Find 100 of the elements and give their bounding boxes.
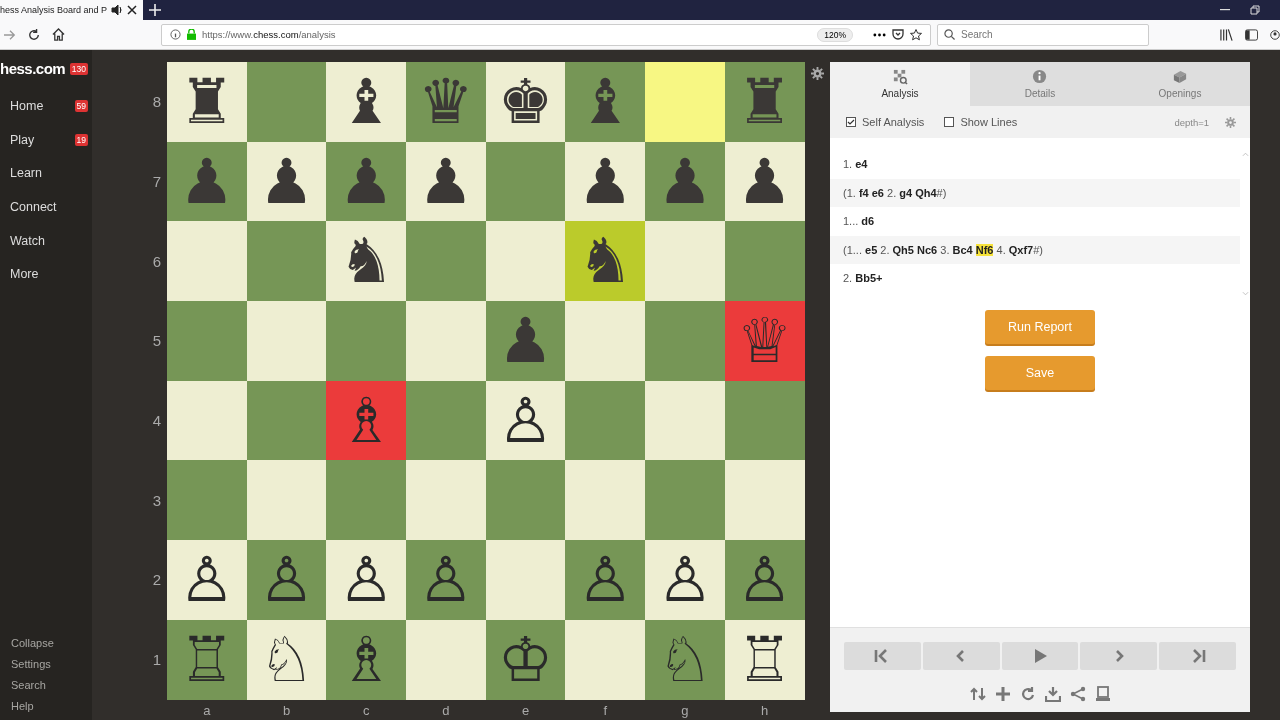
restore-icon[interactable]	[1250, 5, 1260, 15]
board-square[interactable]	[246, 460, 327, 541]
board-square[interactable]	[485, 221, 566, 302]
share-icon[interactable]	[1069, 686, 1086, 702]
board-square[interactable]: ♙	[326, 540, 407, 620]
variation-line[interactable]: (1. f4 e6 2. g4 Qh4#)	[843, 186, 947, 199]
chess-piece[interactable]: ♟	[418, 150, 474, 213]
nav-link[interactable]: Search	[11, 679, 92, 691]
board-square[interactable]	[246, 380, 327, 461]
board-square[interactable]: ♜	[167, 62, 247, 142]
board-square[interactable]: ♗	[326, 380, 407, 461]
board-square[interactable]: ♙	[565, 540, 646, 620]
checkbox[interactable]	[944, 117, 955, 127]
info-icon[interactable]	[170, 29, 181, 40]
address-bar[interactable]: https://www.chess.com/analysis 120%	[161, 23, 931, 46]
board-square[interactable]: ♘	[246, 619, 327, 700]
board-square[interactable]: ♚	[485, 62, 566, 142]
star-icon[interactable]	[910, 28, 922, 41]
chess-piece[interactable]: ♙	[338, 548, 394, 611]
nav-button[interactable]	[1001, 642, 1079, 670]
settings-icon[interactable]	[1225, 116, 1236, 128]
chess-piece[interactable]: ♝	[338, 70, 394, 133]
board-square[interactable]: ♞	[565, 221, 646, 302]
board-square[interactable]	[406, 380, 486, 461]
checkbox-label[interactable]: Self Analysis	[862, 116, 925, 128]
chess-piece[interactable]: ♞	[338, 230, 394, 293]
nav-link[interactable]: Connect	[10, 199, 57, 214]
board-square[interactable]	[645, 380, 725, 461]
shield-icon[interactable]	[892, 28, 904, 41]
board-square[interactable]	[485, 141, 566, 222]
panel-tab[interactable]: Openings	[1110, 62, 1250, 106]
nav-link[interactable]: Settings	[11, 658, 92, 670]
move-line[interactable]: 1. e4	[843, 158, 868, 171]
board-square[interactable]: ♙	[246, 540, 327, 620]
board-square[interactable]: ♙	[406, 540, 486, 620]
board-square[interactable]: ♙	[724, 540, 805, 620]
chess-piece[interactable]: ♘	[657, 628, 713, 691]
board-square[interactable]	[565, 460, 646, 541]
chess-piece[interactable]: ♟	[258, 150, 315, 213]
plus-icon[interactable]	[994, 686, 1011, 702]
board-square[interactable]: ♟	[406, 141, 486, 222]
forward-icon[interactable]	[4, 28, 16, 41]
scroll-down-icon[interactable]	[1241, 291, 1249, 296]
move-line[interactable]: 1... d6	[843, 215, 875, 228]
board-square[interactable]	[246, 301, 327, 381]
chess-piece[interactable]: ♙	[736, 548, 793, 611]
minimize-icon[interactable]	[1220, 9, 1230, 11]
board-square[interactable]	[724, 460, 805, 541]
move-line[interactable]: 2. Bb5+	[843, 272, 883, 285]
library-icon[interactable]	[1220, 28, 1233, 41]
chess-piece[interactable]: ♖	[179, 628, 235, 691]
board-square[interactable]: ♘	[645, 619, 725, 700]
checkbox[interactable]	[846, 117, 856, 127]
nav-link[interactable]: Home	[10, 98, 44, 113]
chess-piece[interactable]: ♜	[179, 70, 235, 133]
panel-tab[interactable]: Details	[970, 62, 1110, 106]
chess-piece[interactable]: ♗	[338, 389, 394, 452]
chess-piece[interactable]: ♖	[736, 628, 793, 691]
checkbox-label[interactable]: Show Lines	[960, 116, 1018, 128]
board-square[interactable]: ♟	[724, 141, 805, 222]
board-square[interactable]	[485, 460, 566, 541]
board-square[interactable]: ♙	[485, 380, 566, 461]
chess-piece[interactable]: ♙	[179, 548, 235, 611]
board-square[interactable]: ♞	[326, 221, 407, 302]
board-square[interactable]: ♖	[724, 619, 805, 700]
nav-link[interactable]: Play	[10, 132, 35, 147]
search-field[interactable]: Search	[937, 23, 1149, 46]
chess-piece[interactable]: ♞	[577, 230, 634, 293]
close-icon[interactable]	[127, 5, 138, 15]
board-square[interactable]: ♕	[724, 301, 805, 381]
board-square[interactable]: ♙	[645, 540, 725, 620]
chess-piece[interactable]: ♔	[497, 628, 554, 691]
board-square[interactable]: ♗	[326, 619, 407, 700]
nav-button[interactable]	[844, 642, 921, 670]
board-square[interactable]	[167, 380, 247, 461]
new-tab-icon[interactable]	[149, 4, 162, 16]
board-square[interactable]	[246, 221, 327, 302]
board-square[interactable]: ♙	[167, 540, 247, 620]
nav-link[interactable]: Help	[11, 700, 92, 712]
board-square[interactable]	[724, 380, 805, 461]
nav-link[interactable]: Watch	[10, 233, 45, 248]
chess-piece[interactable]: ♙	[577, 548, 634, 611]
chess-piece[interactable]: ♙	[418, 548, 474, 611]
browser-tab[interactable]: hess Analysis Board and P	[0, 0, 144, 20]
sidebar-icon[interactable]	[1245, 28, 1258, 41]
chess-piece[interactable]: ♕	[736, 309, 793, 372]
board-square[interactable]	[246, 62, 327, 142]
account-icon[interactable]	[1270, 27, 1280, 42]
chess-piece[interactable]: ♟	[577, 150, 634, 213]
board-square[interactable]: ♝	[326, 62, 407, 142]
board-square[interactable]	[326, 460, 407, 541]
zoom-level[interactable]: 120%	[817, 27, 853, 42]
chess-piece[interactable]: ♙	[258, 548, 315, 611]
chess-piece[interactable]: ♙	[657, 548, 713, 611]
flip-icon[interactable]	[969, 686, 986, 702]
board-square[interactable]: ♟	[565, 141, 646, 222]
board-square[interactable]	[565, 619, 646, 700]
chess-piece[interactable]: ♘	[258, 628, 315, 691]
reload-icon[interactable]	[28, 28, 40, 41]
board-square[interactable]: ♟	[246, 141, 327, 222]
